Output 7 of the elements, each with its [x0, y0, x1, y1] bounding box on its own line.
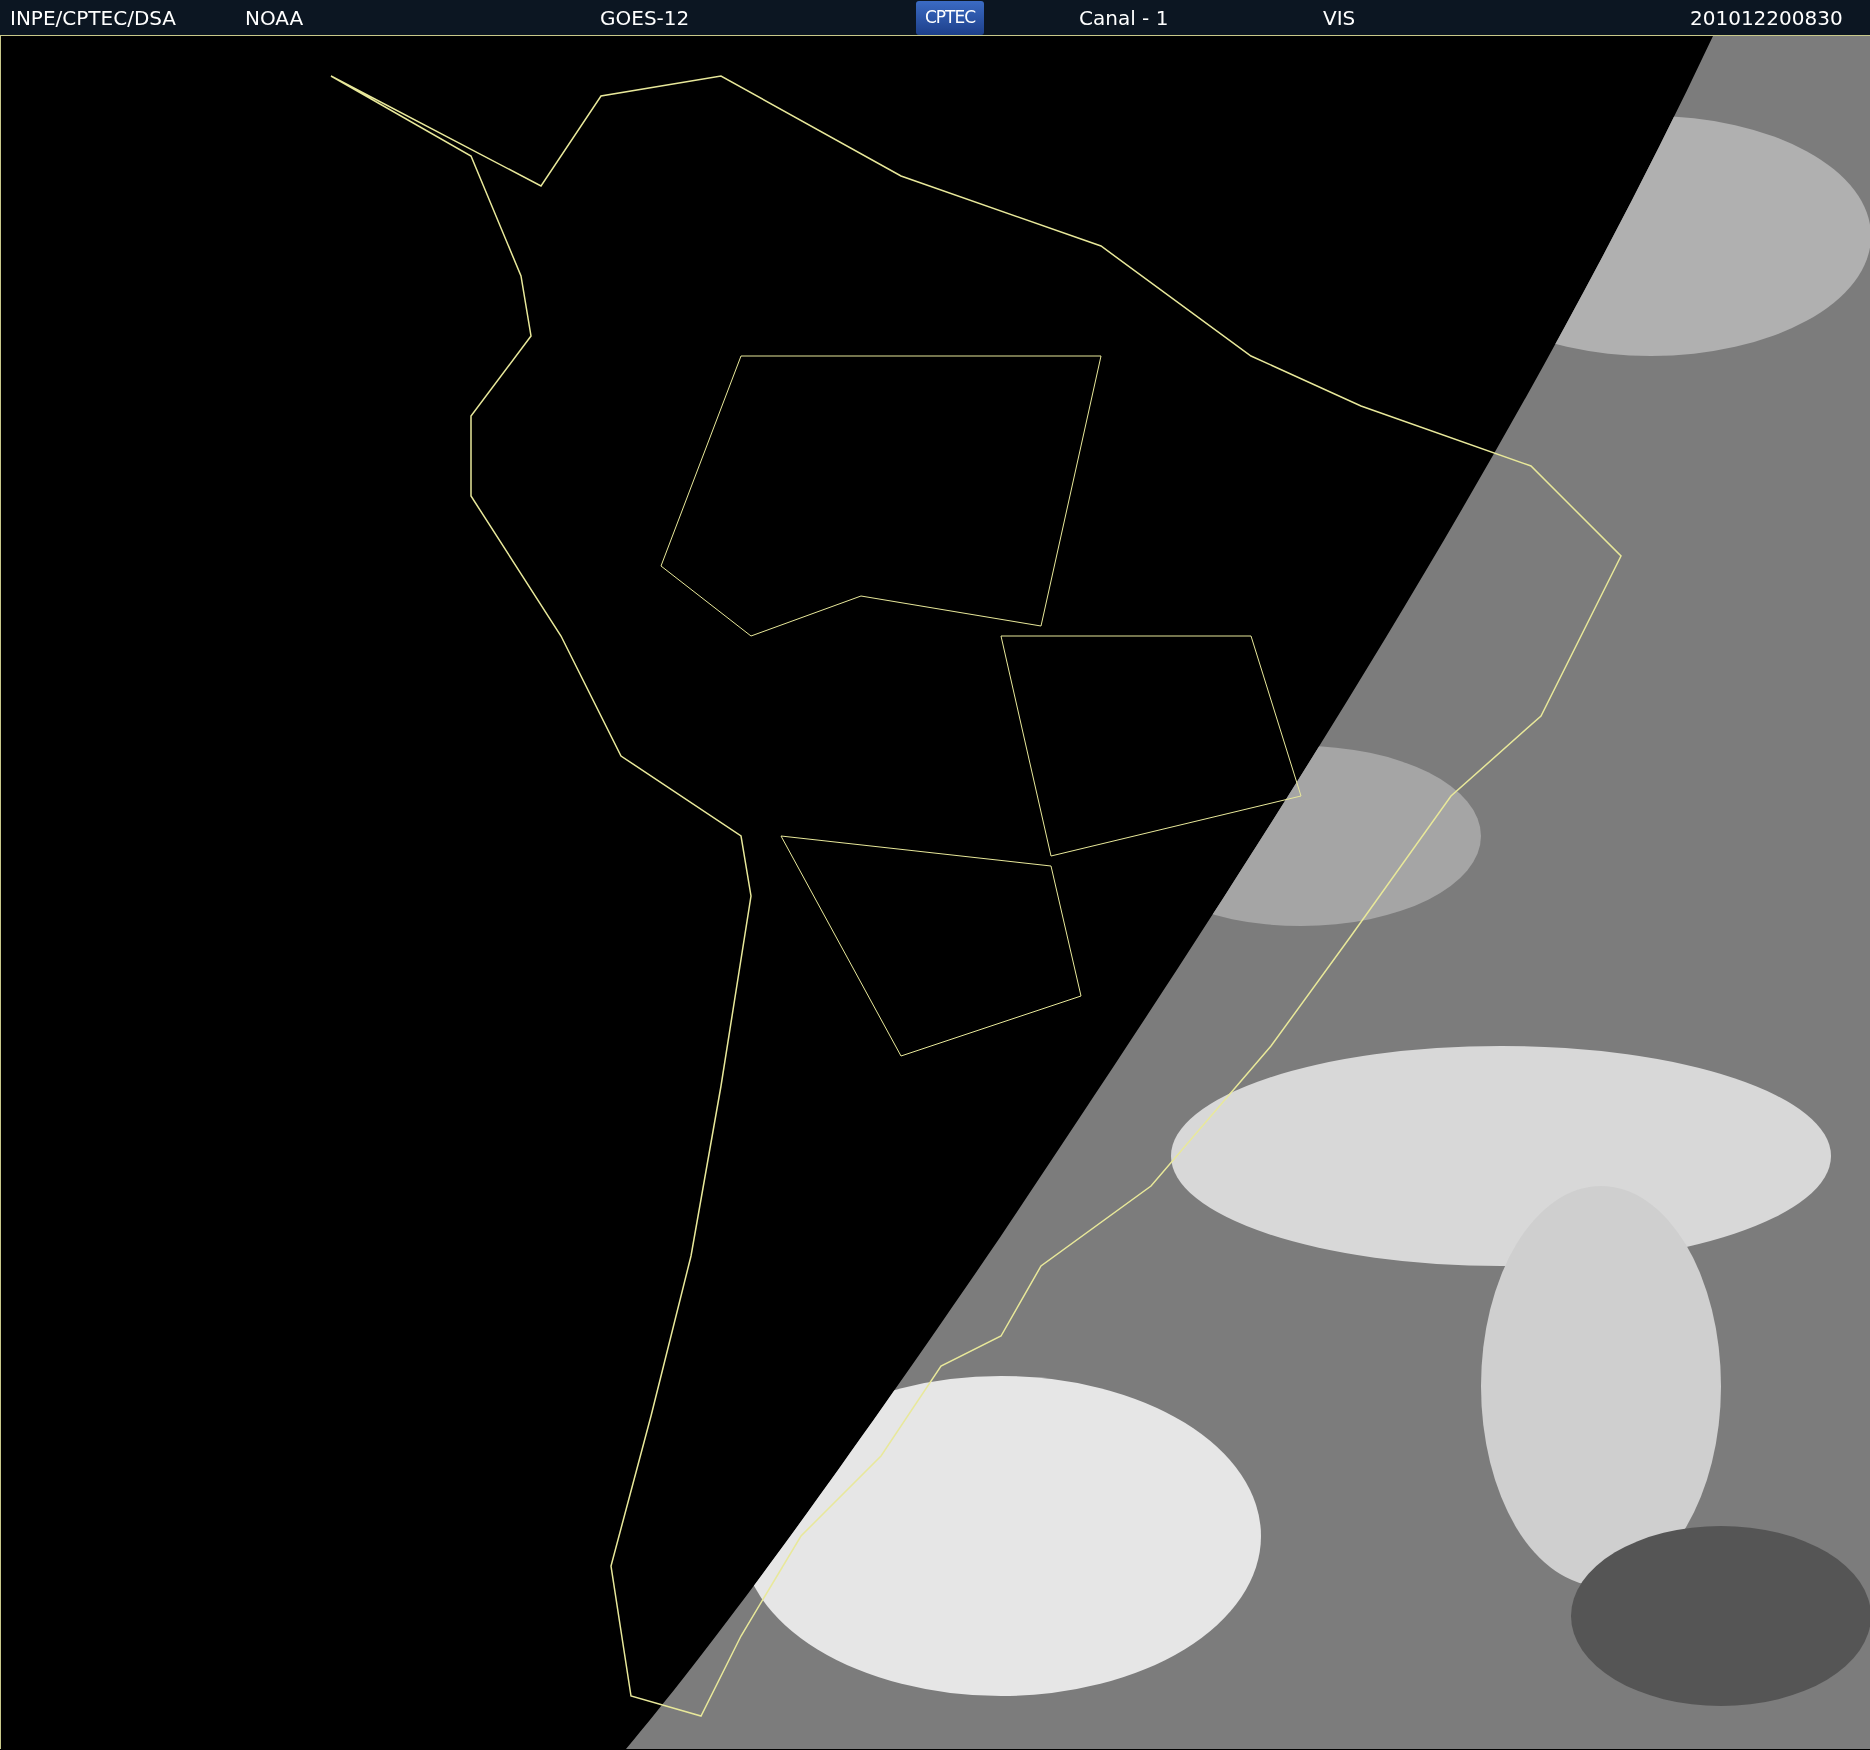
band-label: VIS	[1323, 4, 1357, 32]
timestamp-label: 201012200830	[1690, 4, 1844, 32]
agency-label: INPE/CPTEC/DSA	[10, 4, 178, 32]
satellite-label: GOES-12	[600, 4, 691, 32]
channel-label: Canal - 1	[1079, 4, 1170, 32]
source-label: NOAA	[245, 4, 305, 32]
logo: CPTEC	[916, 0, 984, 35]
